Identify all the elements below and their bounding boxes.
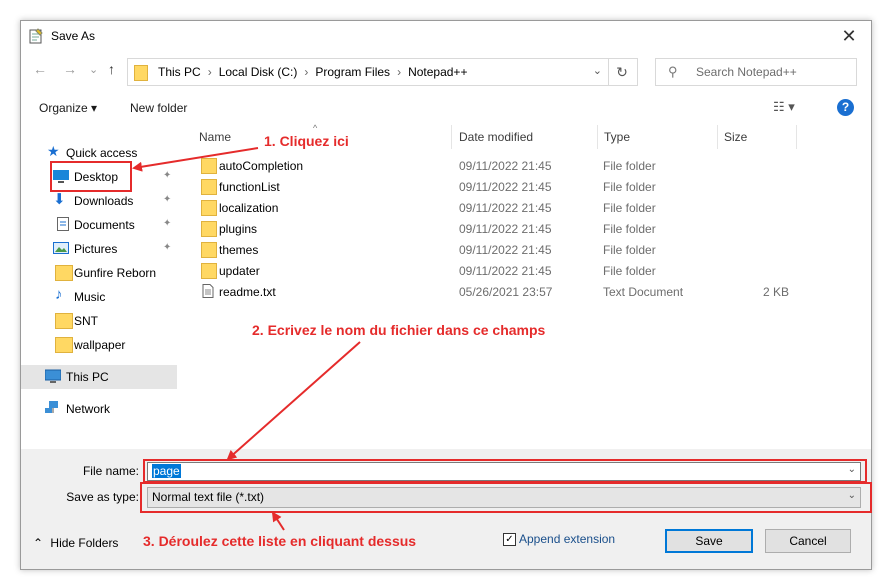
annotation-arrow-1 bbox=[132, 147, 259, 172]
annotation-arrow-2 bbox=[226, 341, 361, 461]
annotation-arrow-3 bbox=[271, 511, 285, 531]
annotation-arrows bbox=[132, 147, 361, 531]
